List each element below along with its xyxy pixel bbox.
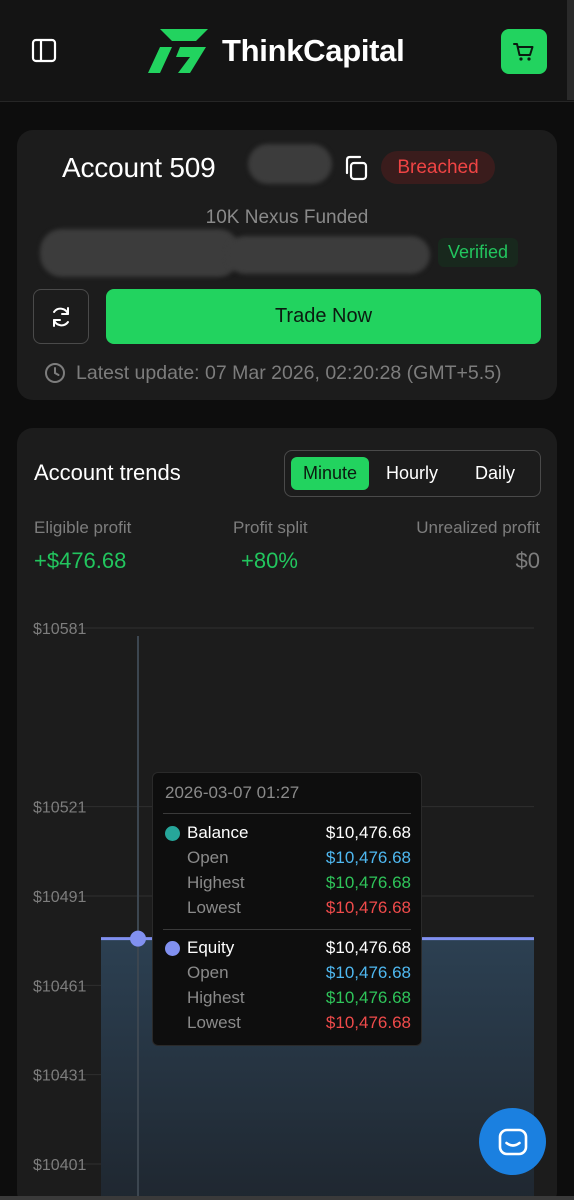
tooltip-series-value: $10,476.68 [325, 823, 411, 842]
refresh-button[interactable] [33, 289, 89, 344]
tooltip-balance-row: Balance $10,476.68 [153, 823, 423, 845]
tooltip-row: Open $10,476.68 [153, 963, 423, 985]
brand-logo[interactable]: ThinkCapital [146, 26, 405, 76]
tooltip-row: Highest $10,476.68 [153, 988, 423, 1010]
copy-icon[interactable] [342, 154, 370, 182]
profit-split-label: Profit split [233, 518, 308, 537]
tooltip-equity-row: Equity $10,476.68 [153, 938, 423, 960]
tooltip-row-label: Highest [187, 873, 245, 892]
eligible-profit-value: +$476.68 [34, 548, 127, 573]
tooltip-series-name: Balance [187, 823, 249, 842]
chat-launcher-button[interactable] [479, 1108, 546, 1175]
hover-point [130, 930, 146, 947]
tooltip-date: 2026-03-07 01:27 [165, 783, 300, 802]
tooltip-divider [163, 813, 411, 814]
tooltip-row-value: $10,476.68 [325, 898, 411, 917]
tooltip-row: Lowest $10,476.68 [153, 1013, 423, 1035]
equity-legend-dot [165, 941, 180, 956]
balance-legend-dot [165, 826, 180, 841]
chat-icon [498, 1128, 527, 1155]
unrealized-profit-value: $0 [515, 548, 540, 573]
tab-minute[interactable]: Minute [291, 457, 369, 490]
status-badge: Breached [381, 151, 495, 184]
tooltip-divider [163, 929, 411, 930]
brand-name: ThinkCapital [222, 33, 405, 68]
plan-name: 10K Nexus Funded [205, 207, 369, 228]
tooltip-row-value: $10,476.68 [325, 848, 411, 867]
y-tick-label: $10491 [33, 889, 86, 906]
redaction-blur [226, 236, 430, 274]
redaction-blur [40, 229, 240, 277]
chart-tooltip: 2026-03-07 01:27 Balance $10,476.68 Open… [152, 772, 422, 1046]
top-bar: ThinkCapital [0, 0, 574, 102]
tooltip-row-label: Highest [187, 988, 245, 1007]
tooltip-series-name: Equity [187, 938, 235, 957]
sidebar-toggle-icon[interactable] [30, 38, 58, 64]
y-tick-label: $10581 [33, 621, 86, 638]
tooltip-row: Lowest $10,476.68 [153, 898, 423, 920]
profit-split-value: +80% [241, 548, 298, 573]
bottom-edge [0, 1196, 574, 1200]
tooltip-row-value: $10,476.68 [325, 873, 411, 892]
tab-hourly[interactable]: Hourly [375, 457, 449, 490]
tooltip-row-label: Lowest [187, 898, 241, 917]
redaction-blur [248, 144, 332, 184]
account-title: Account 509 [62, 152, 216, 183]
tooltip-row: Open $10,476.68 [153, 848, 423, 870]
latest-update: Latest update: 07 Mar 2026, 02:20:28 (GM… [44, 360, 501, 386]
eligible-profit-label: Eligible profit [34, 518, 132, 537]
trends-title: Account trends [34, 460, 181, 485]
unrealized-profit-label: Unrealized profit [416, 518, 540, 537]
account-title-row: Account 509 [62, 150, 216, 186]
tooltip-row-value: $10,476.68 [325, 988, 411, 1007]
tooltip-row: Highest $10,476.68 [153, 873, 423, 895]
tooltip-row-value: $10,476.68 [325, 963, 411, 982]
clock-icon [45, 363, 65, 383]
tooltip-row-label: Open [187, 963, 229, 982]
y-tick-label: $10521 [33, 800, 86, 817]
tooltip-row-value: $10,476.68 [325, 1013, 411, 1032]
interval-tabs: Minute Hourly Daily [284, 450, 541, 497]
cart-icon [513, 42, 534, 61]
y-tick-label: $10431 [33, 1068, 86, 1085]
tooltip-row-label: Open [187, 848, 229, 867]
brand-logo-icon [148, 29, 208, 73]
y-tick-label: $10401 [33, 1157, 86, 1174]
latest-update-text: Latest update: 07 Mar 2026, 02:20:28 (GM… [76, 361, 502, 384]
trade-now-button[interactable]: Trade Now [106, 289, 541, 344]
tooltip-row-label: Lowest [187, 1013, 241, 1032]
tab-daily[interactable]: Daily [457, 457, 533, 490]
cart-button[interactable] [501, 29, 547, 74]
y-tick-label: $10461 [33, 978, 86, 995]
refresh-icon [53, 306, 69, 327]
tooltip-series-value: $10,476.68 [325, 938, 411, 957]
scrollbar[interactable] [567, 0, 574, 100]
verified-badge: Verified [438, 238, 518, 267]
